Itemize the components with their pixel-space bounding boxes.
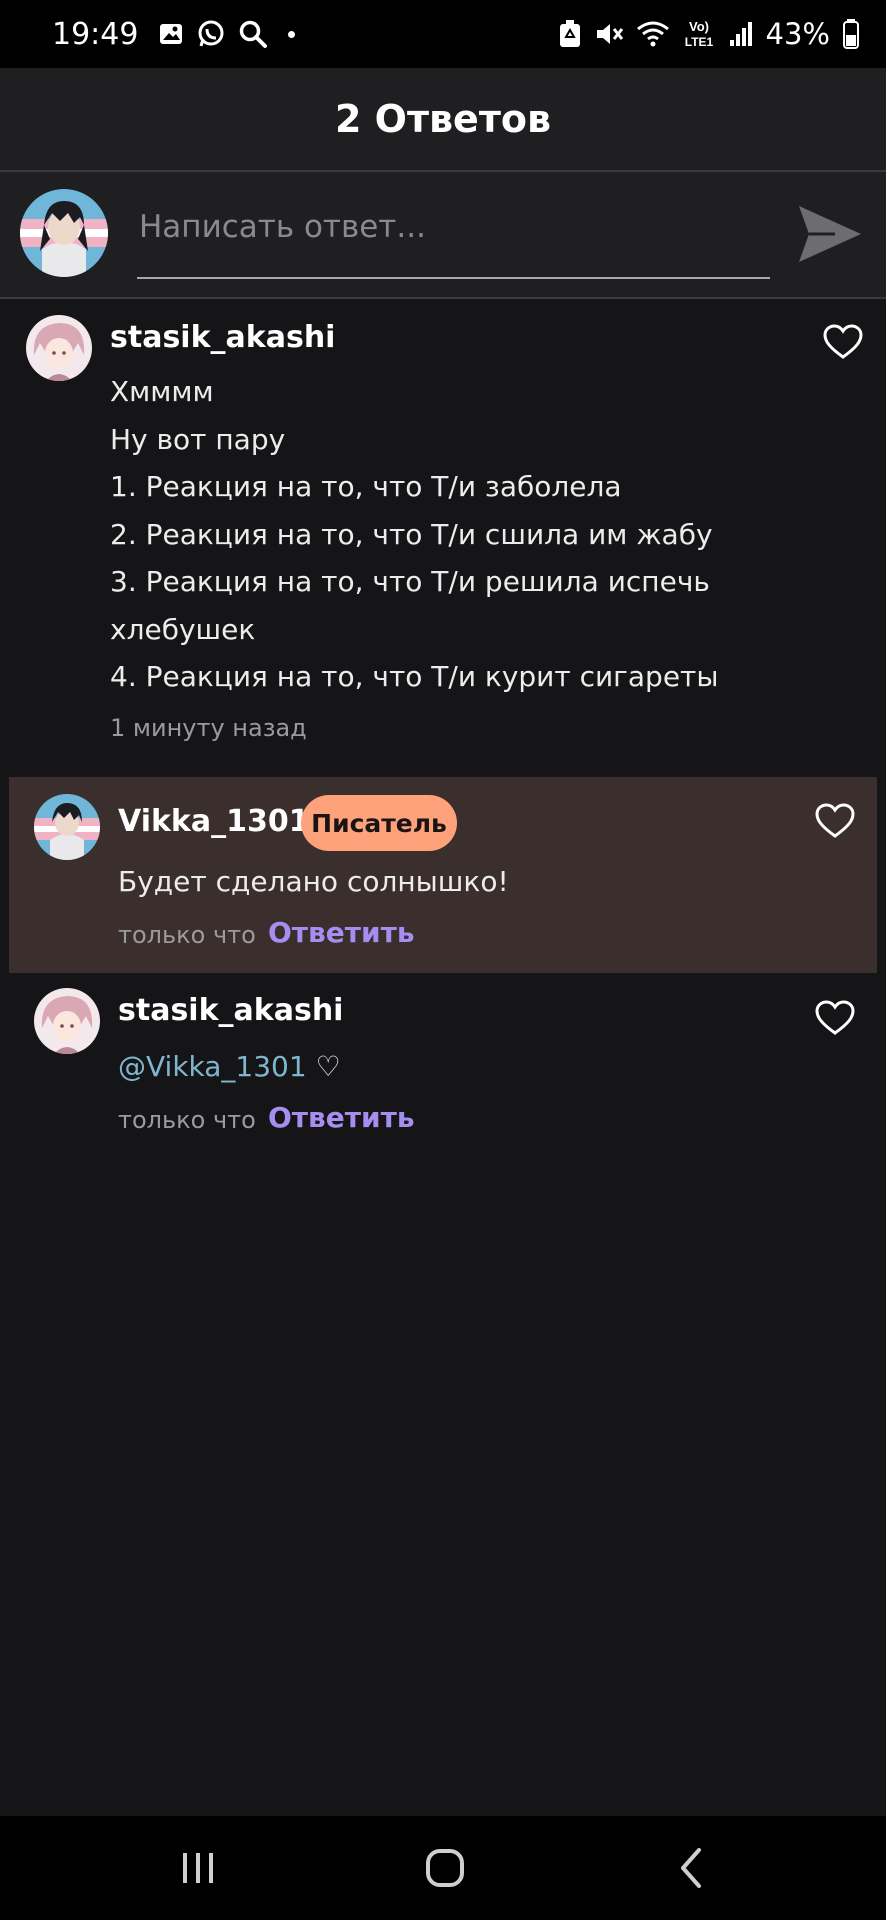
home-button[interactable] bbox=[405, 1838, 485, 1898]
comment-body: @Vikka_1301 ♡ bbox=[118, 1043, 341, 1091]
recent-apps-icon bbox=[183, 1853, 213, 1883]
like-button[interactable] bbox=[815, 803, 855, 839]
whatsapp-icon bbox=[196, 19, 226, 49]
header: 2 Ответов bbox=[0, 68, 886, 172]
status-time: 19:49 bbox=[52, 16, 139, 52]
comment-time: только что bbox=[118, 1106, 256, 1134]
comment-time: только что bbox=[118, 921, 256, 949]
comment-line: Ну вот пару bbox=[110, 422, 286, 456]
comment-author[interactable]: stasik_akashi bbox=[110, 320, 335, 355]
recent-apps-button[interactable] bbox=[158, 1838, 238, 1898]
search-icon bbox=[238, 19, 268, 49]
reply-link[interactable]: Ответить bbox=[268, 1101, 415, 1134]
heart-icon bbox=[823, 324, 863, 359]
battery-icon bbox=[842, 18, 860, 50]
comment-line: хлебушек bbox=[110, 612, 256, 646]
back-button[interactable] bbox=[653, 1838, 733, 1898]
status-right: Vo) LTE1 43% bbox=[558, 17, 860, 51]
like-button[interactable] bbox=[815, 1000, 855, 1036]
nav-bar bbox=[0, 1816, 886, 1920]
author-avatar bbox=[26, 315, 92, 381]
comment-author[interactable]: Vikka_1301 bbox=[118, 804, 310, 839]
signal-icon bbox=[728, 20, 754, 48]
comment-reply: stasik_akashi @Vikka_1301 ♡ только что О… bbox=[0, 973, 886, 1153]
svg-text:Vo): Vo) bbox=[689, 19, 709, 34]
writer-badge: Писатель bbox=[301, 795, 457, 851]
mention-link[interactable]: @Vikka_1301 bbox=[118, 1050, 307, 1083]
comment-body: Будет сделано солнышко! bbox=[118, 865, 509, 898]
heart-icon bbox=[815, 803, 855, 838]
svg-text:LTE1: LTE1 bbox=[684, 35, 713, 49]
send-button[interactable] bbox=[795, 202, 865, 266]
dot-icon bbox=[288, 30, 296, 38]
mute-icon bbox=[594, 19, 624, 49]
home-icon bbox=[426, 1849, 464, 1887]
comment-reply: Vikka_1301 Писатель Будет сделано солныш… bbox=[0, 777, 886, 973]
comment-line: 2. Реакция на то, что Т/и сшила им жабу bbox=[110, 517, 713, 551]
my-avatar bbox=[20, 189, 108, 277]
comment-line: Хмммм bbox=[110, 375, 214, 408]
status-left: 19:49 bbox=[52, 16, 296, 52]
recycle-icon bbox=[558, 19, 582, 49]
back-icon bbox=[681, 1848, 701, 1888]
comment-suffix: ♡ bbox=[306, 1050, 341, 1083]
comment-root: stasik_akashi Хмммм Ну вот пару 1. Реакц… bbox=[0, 300, 886, 760]
author-avatar bbox=[34, 988, 100, 1054]
comment-line: 3. Реакция на то, что Т/и решила испечь bbox=[110, 565, 710, 598]
gallery-icon bbox=[158, 21, 184, 47]
page-title: 2 Ответов bbox=[335, 97, 551, 141]
author-avatar bbox=[34, 794, 100, 860]
comment-line: 4. Реакция на то, что Т/и курит сигареты bbox=[110, 660, 719, 693]
comment-body: Хмммм Ну вот пару 1. Реакция на то, что … bbox=[110, 368, 850, 701]
battery-percent: 43% bbox=[765, 17, 830, 51]
reply-link[interactable]: Ответить bbox=[268, 916, 415, 949]
reply-composer bbox=[0, 172, 886, 299]
comment-line: 1. Реакция на то, что Т/и заболела bbox=[110, 470, 622, 503]
reply-input[interactable] bbox=[137, 202, 773, 252]
status-bar: 19:49 Vo) LTE1 43% bbox=[0, 0, 886, 68]
like-button[interactable] bbox=[823, 324, 863, 360]
comment-author[interactable]: stasik_akashi bbox=[118, 993, 343, 1028]
wifi-icon bbox=[636, 19, 670, 49]
send-icon bbox=[799, 206, 861, 262]
heart-icon bbox=[815, 1000, 855, 1035]
comment-time: 1 минуту назад bbox=[110, 714, 307, 742]
input-underline bbox=[137, 277, 770, 279]
volte-icon: Vo) LTE1 bbox=[682, 17, 716, 51]
